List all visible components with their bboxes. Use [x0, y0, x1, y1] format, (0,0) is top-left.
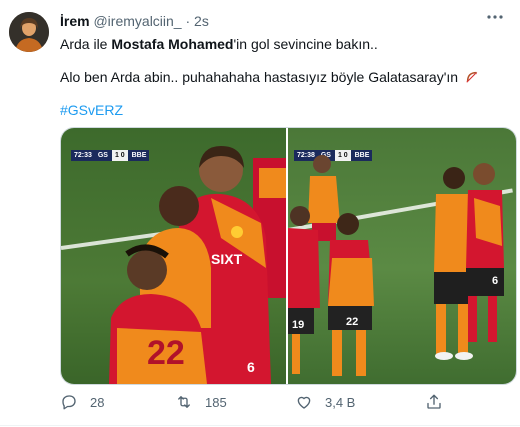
media-image-right[interactable]: 72:38 GS 1 0 BBE 19 22 6 [288, 128, 516, 384]
jersey-number: 22 [346, 316, 358, 328]
tweet-text-line-2: Alo ben Arda abin.. puhahahaha hastasıyı… [60, 68, 479, 86]
tweet-header: İrem @iremyalciin_ · 2s [60, 13, 209, 29]
like-count: 3,4 B [325, 394, 356, 410]
reply-count: 28 [90, 394, 105, 410]
heart-icon [297, 396, 311, 409]
retweet-count: 185 [205, 394, 227, 410]
separator-dot: · [185, 13, 191, 29]
bold-name: Mostafa Mohamed [111, 36, 234, 52]
retweet-button[interactable]: 185 [175, 390, 227, 414]
action-bar: 28 185 3,4 B [0, 390, 520, 414]
display-name[interactable]: İrem [60, 13, 90, 29]
avatar[interactable] [9, 12, 49, 52]
players-illustration: SIXT 6 22 [109, 146, 286, 384]
jersey-number: 6 [247, 359, 255, 375]
text-segment: Alo ben Arda abin.. puhahahaha hastasıyı… [60, 69, 459, 85]
sponsor-text: SIXT [211, 251, 243, 267]
jersey-number: 19 [292, 319, 304, 331]
share-icon [427, 394, 441, 409]
media-grid[interactable]: 72:33 GS 1 0 BBE SIXT 6 22 72:38 GS 1 0 … [60, 127, 517, 385]
user-handle[interactable]: @iremyalciin_ [93, 13, 181, 29]
tweet[interactable]: İrem @iremyalciin_ · 2s Arda ile Mostafa… [0, 0, 520, 427]
hashtag-link[interactable]: #GSvERZ [60, 101, 123, 119]
divider [0, 425, 520, 426]
avatar-portrait [9, 12, 49, 52]
media-image-left[interactable]: 72:33 GS 1 0 BBE SIXT 6 22 [61, 128, 286, 384]
bow-and-arrow-emoji [466, 71, 478, 83]
reply-button[interactable]: 28 [60, 390, 104, 414]
timestamp[interactable]: 2s [194, 13, 209, 29]
jersey-number: 22 [147, 334, 185, 372]
reply-icon [62, 395, 76, 410]
share-button[interactable] [425, 390, 443, 414]
text-segment: 'in gol sevincine bakın.. [233, 36, 378, 52]
tweet-text-line-1: Arda ile Mostafa Mohamed'in gol sevincin… [60, 35, 378, 53]
text-segment: Arda ile [60, 36, 112, 52]
like-button[interactable]: 3,4 B [295, 390, 355, 414]
more-icon[interactable] [486, 8, 504, 31]
players-illustration: 19 22 6 [288, 155, 504, 376]
jersey-number: 6 [492, 275, 498, 287]
retweet-icon [178, 396, 190, 408]
